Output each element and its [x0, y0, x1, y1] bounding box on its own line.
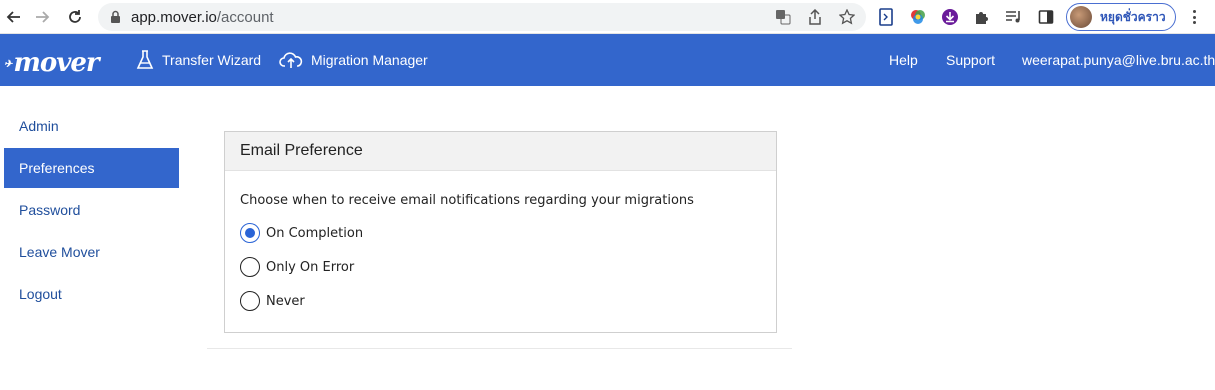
option-only-on-error[interactable]: Only On Error	[240, 257, 354, 277]
address-bar[interactable]: app.mover.io/account	[98, 3, 866, 31]
sidebar-item-admin[interactable]: Admin	[4, 106, 179, 146]
profile-button[interactable]: หยุดชั่วคราว	[1066, 3, 1176, 31]
help-link[interactable]: Help	[889, 52, 918, 68]
support-link[interactable]: Support	[946, 52, 995, 68]
side-panel-icon[interactable]	[1036, 7, 1056, 27]
nav-migration-manager-label: Migration Manager	[311, 52, 428, 68]
user-menu[interactable]: weerapat.punya@live.bru.ac.th	[1022, 52, 1215, 68]
app-header: ✈mover Transfer Wizard Migration Manager…	[0, 34, 1215, 86]
logo-mark-icon: ✈	[4, 58, 12, 70]
url-text: app.mover.io/account	[131, 9, 274, 26]
sidebar-item-logout[interactable]: Logout	[4, 274, 179, 314]
option-only-on-error-label: Only On Error	[266, 259, 355, 275]
radio-only-on-error[interactable]	[240, 257, 260, 277]
arrow-left-icon	[6, 11, 20, 23]
panel-description: Choose when to receive email notificatio…	[240, 193, 694, 208]
arrow-right-icon	[36, 11, 50, 23]
back-button[interactable]	[2, 5, 26, 29]
browser-menu-icon[interactable]	[1188, 7, 1200, 27]
puzzle-extensions-icon[interactable]	[972, 7, 992, 27]
radio-never[interactable]	[240, 291, 260, 311]
option-never-label: Never	[266, 293, 305, 309]
sidebar-item-preferences[interactable]: Preferences	[4, 148, 179, 188]
mover-logo[interactable]: ✈mover	[4, 48, 100, 78]
media-playlist-icon[interactable]	[1004, 7, 1024, 27]
email-preference-panel: Email Preference Choose when to receive …	[224, 131, 777, 333]
bookmark-star-icon[interactable]	[838, 8, 856, 26]
option-never[interactable]: Never	[240, 291, 305, 311]
reload-button[interactable]	[63, 5, 87, 29]
profile-name: หยุดชั่วคราว	[1100, 9, 1166, 24]
panel-title: Email Preference	[225, 132, 776, 171]
forward-button[interactable]	[30, 5, 54, 29]
sidebar-item-password[interactable]: Password	[4, 190, 179, 230]
radio-on-completion[interactable]	[240, 223, 260, 243]
cloud-upload-icon	[279, 52, 303, 68]
nav-transfer-wizard[interactable]: Transfer Wizard	[136, 50, 261, 70]
translate-icon[interactable]	[774, 8, 792, 26]
download-icon[interactable]	[940, 7, 960, 27]
account-sidebar: Admin Preferences Password Leave Mover L…	[4, 106, 179, 316]
lock-icon	[110, 10, 121, 28]
browser-toolbar: app.mover.io/account หยุดชั่วคราว	[0, 0, 1215, 34]
sidebar-item-leave-mover[interactable]: Leave Mover	[4, 232, 179, 272]
share-icon[interactable]	[806, 8, 824, 26]
option-on-completion-label: On Completion	[266, 225, 364, 241]
nav-migration-manager[interactable]: Migration Manager	[279, 50, 428, 70]
extension-reader-icon[interactable]	[876, 7, 896, 27]
option-on-completion[interactable]: On Completion	[240, 223, 363, 243]
extension-color-icon[interactable]	[908, 7, 928, 27]
nav-transfer-wizard-label: Transfer Wizard	[162, 52, 262, 68]
reload-icon	[69, 10, 81, 23]
avatar	[1070, 6, 1092, 28]
flask-icon	[136, 50, 154, 69]
content-divider	[207, 348, 792, 349]
logo-text: mover	[13, 48, 99, 78]
